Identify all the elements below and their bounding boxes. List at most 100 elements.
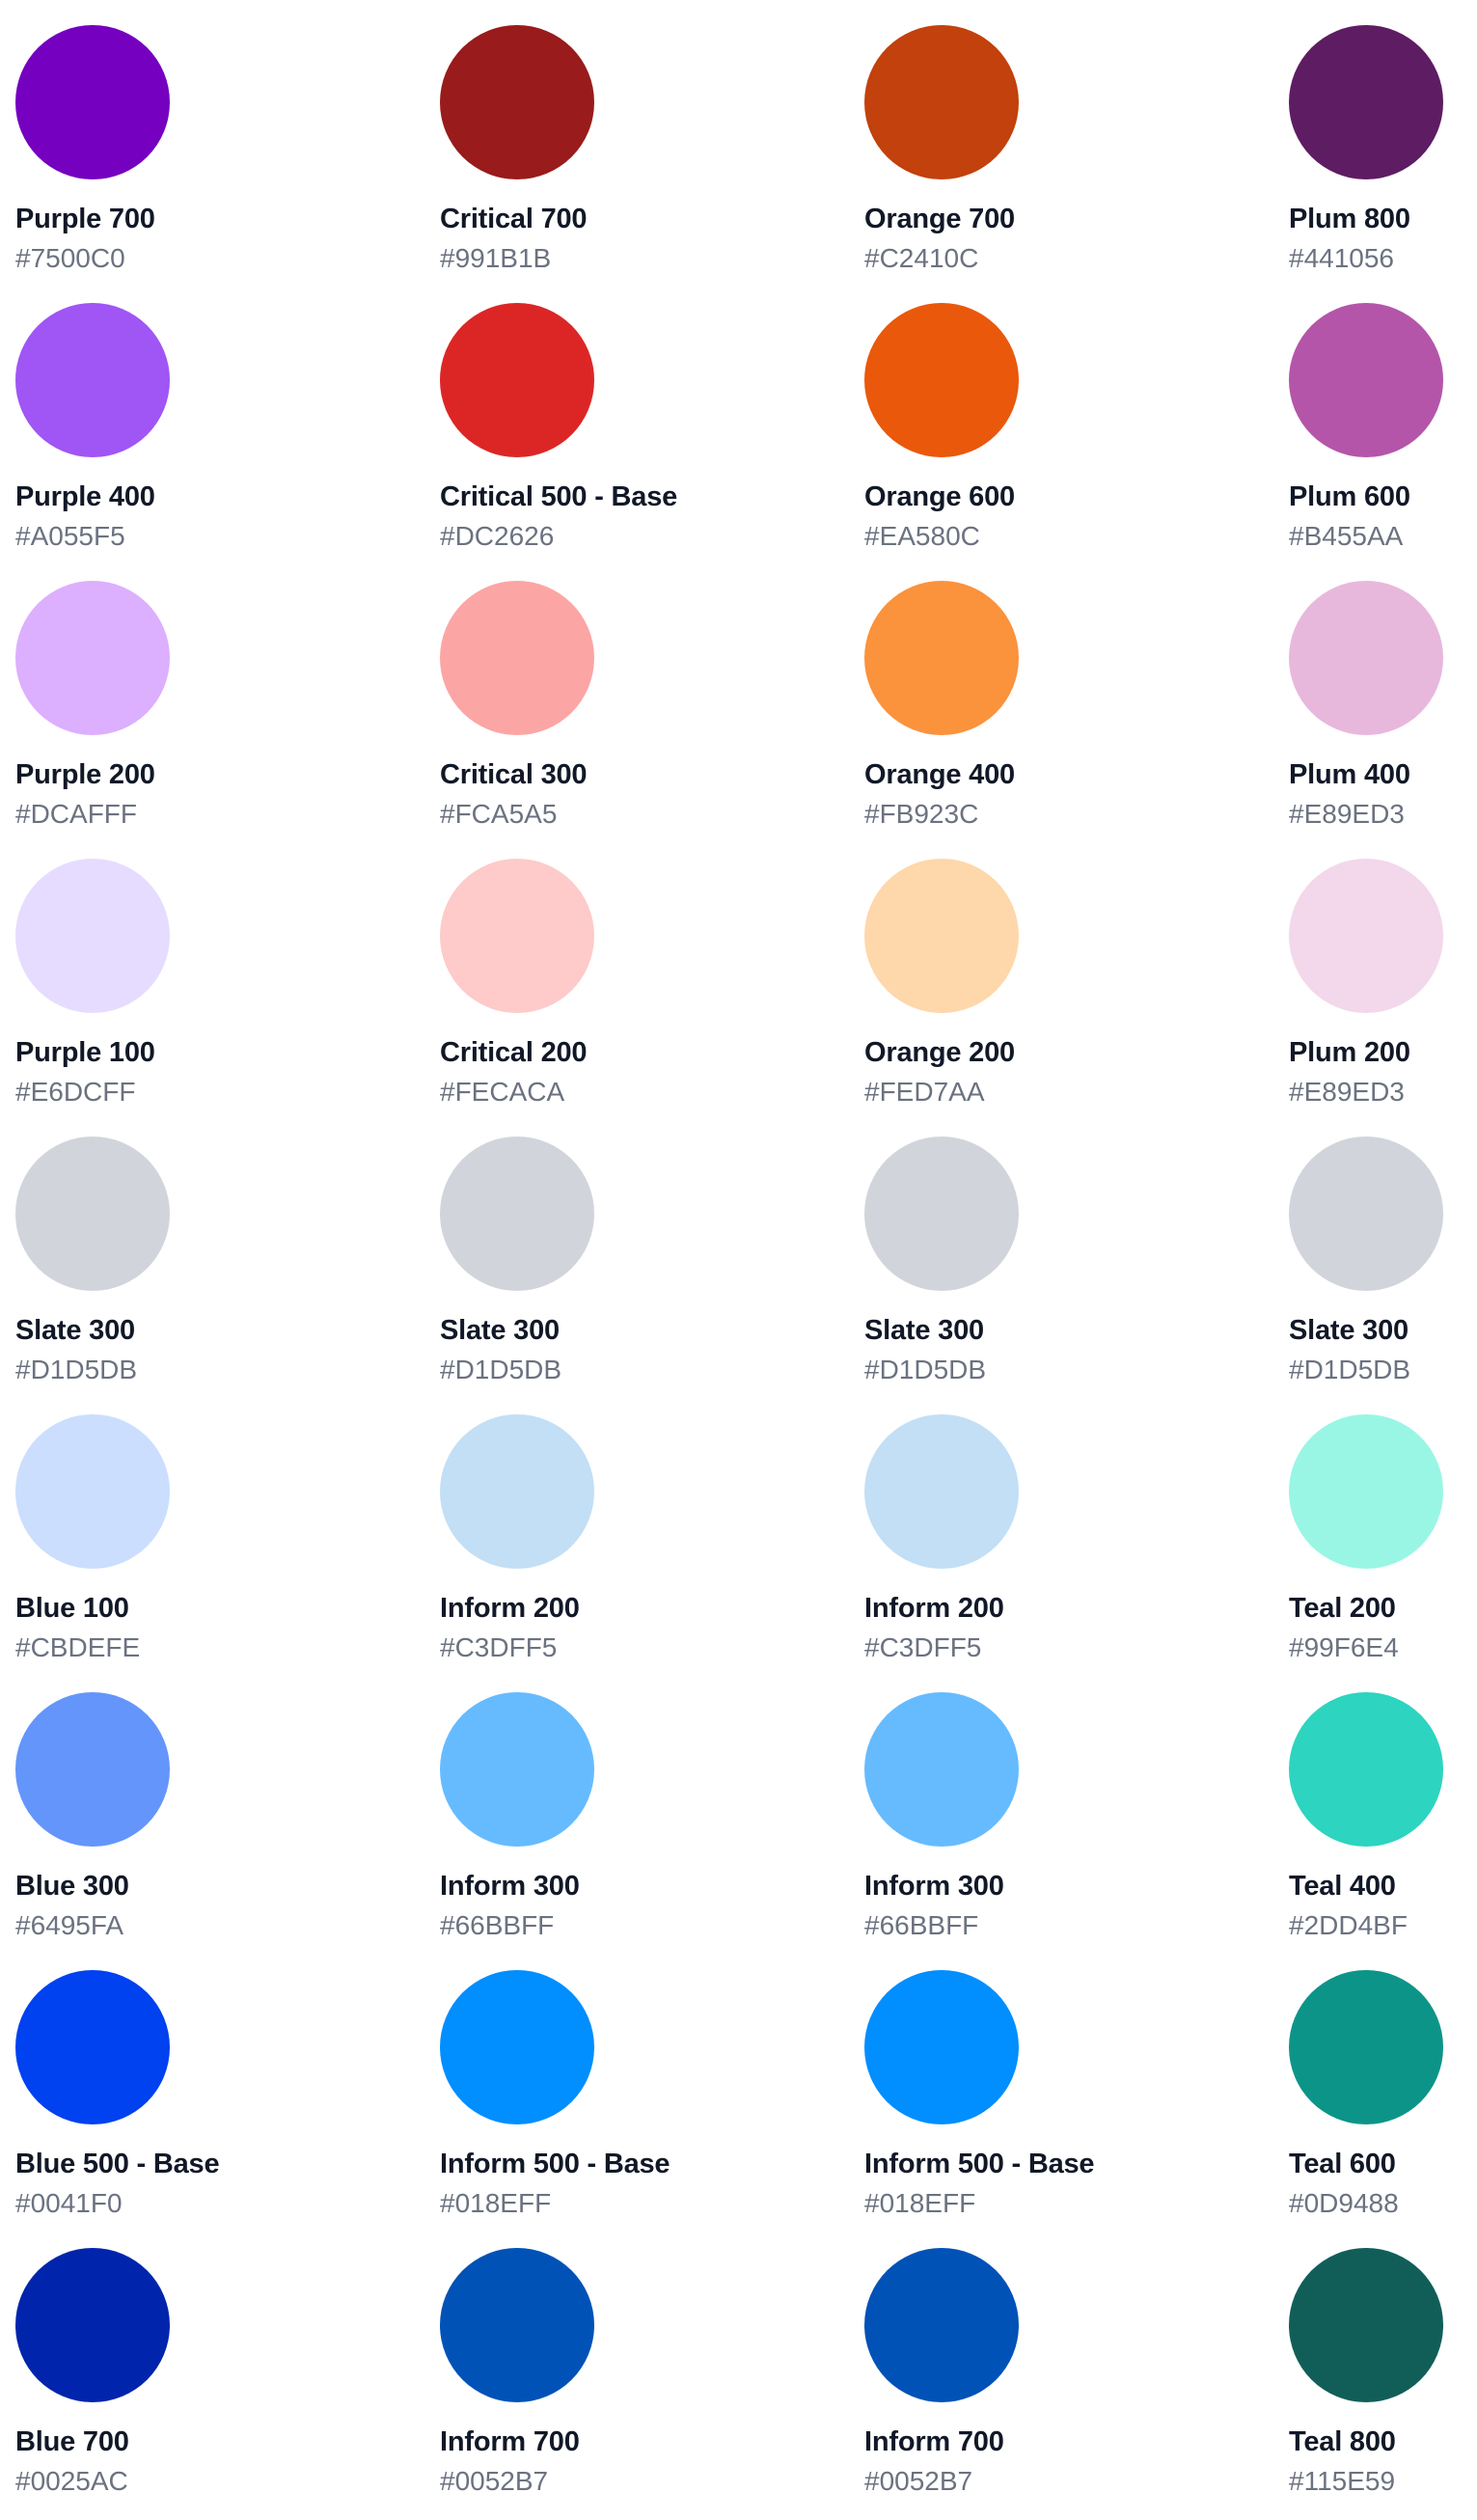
color-swatch-circle <box>15 303 170 457</box>
color-hex-value: #FB923C <box>864 799 979 829</box>
color-swatch-orange-200: Orange 200 #FED7AA <box>864 859 1270 1129</box>
color-swatch-plum-800: Plum 800 #441056 <box>1289 25 1477 295</box>
color-name-label: Slate 300 <box>15 1315 135 1346</box>
color-swatch-slate-300: Slate 300 #D1D5DB <box>864 1137 1270 1407</box>
color-swatch-circle <box>15 1692 170 1847</box>
color-swatch-critical-700: Critical 700 #991B1B <box>440 25 845 295</box>
color-hex-value: #FECACA <box>440 1077 565 1107</box>
color-name-label: Blue 300 <box>15 1871 129 1902</box>
color-swatch-blue-100: Blue 100 #CBDEFE <box>15 1414 421 1685</box>
color-name-label: Blue 100 <box>15 1593 129 1624</box>
color-swatch-plum-200: Plum 200 #E89ED3 <box>1289 859 1477 1129</box>
color-hex-value: #E89ED3 <box>1289 799 1405 829</box>
color-hex-value: #D1D5DB <box>864 1355 987 1384</box>
color-name-label: Inform 500 - Base <box>864 2149 1095 2179</box>
color-name-label: Inform 500 - Base <box>440 2149 670 2179</box>
color-name-label: Teal 800 <box>1289 2426 1396 2457</box>
color-hex-value: #FED7AA <box>864 1077 985 1107</box>
color-hex-value: #A055F5 <box>15 521 125 551</box>
color-swatch-circle <box>440 581 594 735</box>
color-name-label: Orange 700 <box>864 204 1015 234</box>
color-swatch-circle <box>15 2248 170 2402</box>
color-name-label: Inform 300 <box>440 1871 580 1902</box>
color-hex-value: #99F6E4 <box>1289 1632 1399 1662</box>
color-swatch-inform-300: Inform 300 #66BBFF <box>440 1692 845 1962</box>
color-name-label: Teal 400 <box>1289 1871 1396 1902</box>
color-hex-value: #66BBFF <box>440 1910 555 1940</box>
color-swatch-inform-500-base: Inform 500 - Base #018EFF <box>440 1970 845 2240</box>
color-name-label: Orange 400 <box>864 759 1015 790</box>
color-swatch-circle <box>440 303 594 457</box>
color-hex-value: #DC2626 <box>440 521 555 551</box>
color-hex-value: #E6DCFF <box>15 1077 136 1107</box>
color-swatch-plum-600: Plum 600 #B455AA <box>1289 303 1477 573</box>
color-swatch-circle <box>1289 581 1443 735</box>
color-hex-value: #018EFF <box>864 2188 976 2218</box>
color-hex-value: #0052B7 <box>864 2466 973 2496</box>
color-name-label: Critical 700 <box>440 204 588 234</box>
color-hex-value: #115E59 <box>1289 2466 1396 2496</box>
color-swatch-orange-700: Orange 700 #C2410C <box>864 25 1270 295</box>
color-hex-value: #6495FA <box>15 1910 124 1940</box>
color-name-label: Critical 200 <box>440 1037 588 1068</box>
color-swatch-teal-600: Teal 600 #0D9488 <box>1289 1970 1477 2240</box>
color-swatch-blue-700: Blue 700 #0025AC <box>15 2248 421 2518</box>
color-swatch-circle <box>1289 303 1443 457</box>
color-swatch-teal-800: Teal 800 #115E59 <box>1289 2248 1477 2518</box>
color-swatch-inform-300: Inform 300 #66BBFF <box>864 1692 1270 1962</box>
color-name-label: Inform 700 <box>864 2426 1004 2457</box>
color-name-label: Plum 200 <box>1289 1037 1410 1068</box>
color-name-label: Plum 600 <box>1289 481 1410 512</box>
color-hex-value: #D1D5DB <box>440 1355 562 1384</box>
color-swatch-circle <box>440 1414 594 1569</box>
color-palette-grid: Purple 700 #7500C0 Purple 400 #A055F5 Purple… <box>0 0 1477 2520</box>
color-swatch-slate-300: Slate 300 #D1D5DB <box>1289 1137 1477 1407</box>
color-swatch-circle <box>864 1414 1019 1569</box>
color-swatch-circle <box>440 1137 594 1291</box>
color-name-label: Teal 200 <box>1289 1593 1396 1624</box>
color-swatch-purple-100: Purple 100 #E6DCFF <box>15 859 421 1129</box>
color-hex-value: #C3DFF5 <box>864 1632 982 1662</box>
color-swatch-circle <box>864 2248 1019 2402</box>
color-swatch-circle <box>1289 1692 1443 1847</box>
color-name-label: Blue 700 <box>15 2426 129 2457</box>
color-name-label: Critical 300 <box>440 759 588 790</box>
color-swatch-circle <box>864 1970 1019 2124</box>
color-swatch-inform-500-base: Inform 500 - Base #018EFF <box>864 1970 1270 2240</box>
color-swatch-circle <box>864 581 1019 735</box>
color-name-label: Blue 500 - Base <box>15 2149 220 2179</box>
color-swatch-circle <box>1289 1137 1443 1291</box>
color-swatch-circle <box>440 1692 594 1847</box>
color-swatch-orange-400: Orange 400 #FB923C <box>864 581 1270 851</box>
color-swatch-critical-300: Critical 300 #FCA5A5 <box>440 581 845 851</box>
color-swatch-circle <box>440 2248 594 2402</box>
color-hex-value: #EA580C <box>864 521 980 551</box>
color-swatch-circle <box>864 1692 1019 1847</box>
color-name-label: Teal 600 <box>1289 2149 1396 2179</box>
color-swatch-teal-200: Teal 200 #99F6E4 <box>1289 1414 1477 1685</box>
color-swatch-circle <box>15 1414 170 1569</box>
color-name-label: Purple 700 <box>15 204 155 234</box>
color-swatch-inform-700: Inform 700 #0052B7 <box>864 2248 1270 2518</box>
color-name-label: Plum 400 <box>1289 759 1410 790</box>
color-hex-value: #0052B7 <box>440 2466 549 2496</box>
color-swatch-purple-700: Purple 700 #7500C0 <box>15 25 421 295</box>
color-swatch-circle <box>15 581 170 735</box>
color-hex-value: #DCAFFF <box>15 799 137 829</box>
color-swatch-circle <box>1289 25 1443 179</box>
color-name-label: Plum 800 <box>1289 204 1410 234</box>
color-swatch-circle <box>440 25 594 179</box>
color-name-label: Inform 300 <box>864 1871 1004 1902</box>
color-swatch-teal-400: Teal 400 #2DD4BF <box>1289 1692 1477 1962</box>
color-hex-value: #441056 <box>1289 243 1395 273</box>
color-name-label: Slate 300 <box>1289 1315 1409 1346</box>
color-swatch-purple-200: Purple 200 #DCAFFF <box>15 581 421 851</box>
color-hex-value: #D1D5DB <box>15 1355 138 1384</box>
color-swatch-inform-200: Inform 200 #C3DFF5 <box>864 1414 1270 1685</box>
color-swatch-circle <box>15 25 170 179</box>
color-swatch-inform-700: Inform 700 #0052B7 <box>440 2248 845 2518</box>
color-name-label: Slate 300 <box>864 1315 984 1346</box>
color-name-label: Orange 200 <box>864 1037 1015 1068</box>
color-swatch-circle <box>864 859 1019 1013</box>
color-swatch-circle <box>440 1970 594 2124</box>
